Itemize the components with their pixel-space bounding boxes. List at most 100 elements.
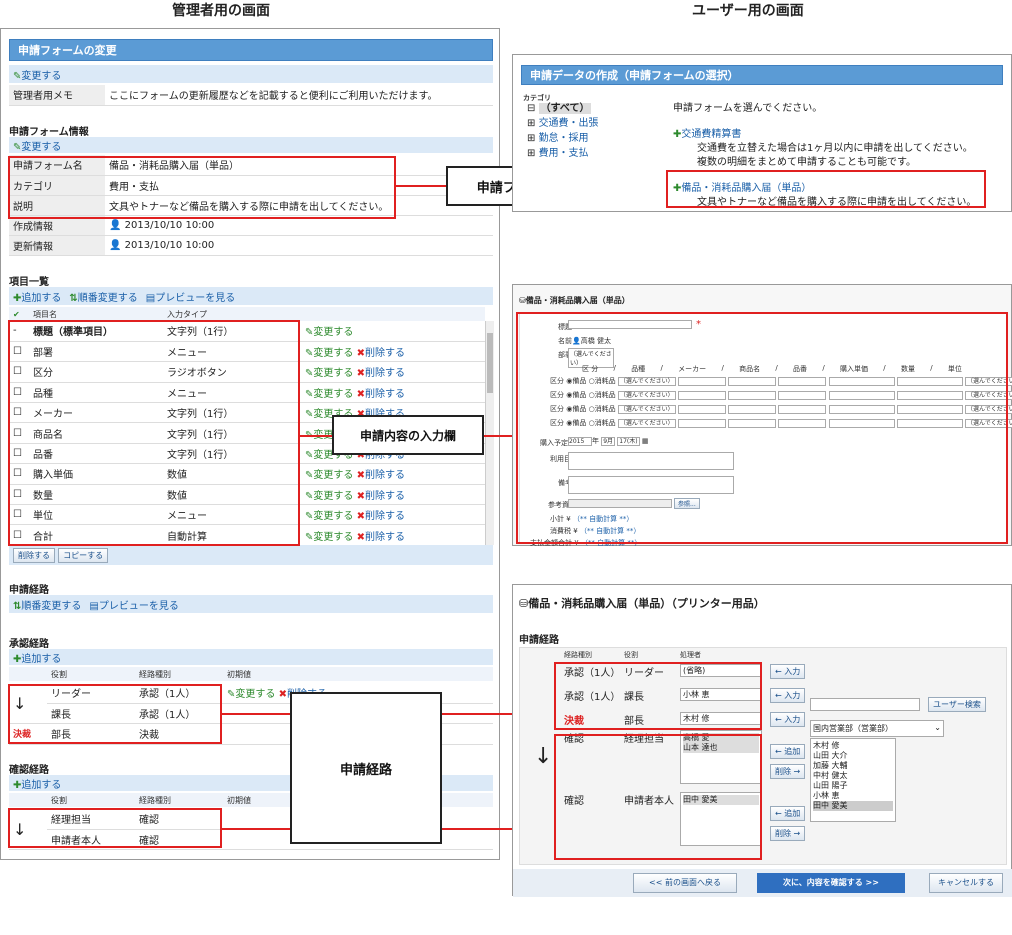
change-memo-link[interactable]: ✎変更する <box>13 67 61 82</box>
route-head-kind: 経路種別 <box>564 651 592 659</box>
user-icon: 👤 <box>109 239 122 251</box>
user-option[interactable]: 加藤 大輔 <box>813 761 893 771</box>
item-delete-link[interactable]: ✖削除する <box>357 511 405 522</box>
delete-icon: ✖ <box>356 368 365 380</box>
item-change-link[interactable]: ✎変更する <box>305 532 353 543</box>
item-change-link[interactable]: ✎変更する <box>305 491 353 502</box>
remove-button[interactable]: 削除 → <box>770 764 806 779</box>
user-option[interactable]: 山田 大介 <box>813 751 893 761</box>
route-preview-link[interactable]: ▤プレビューを見る <box>89 597 178 612</box>
route-form-title: ⛁備品・消耗品購入届（単品）（プリンター用品） <box>519 597 765 610</box>
items-highlight <box>8 320 300 546</box>
delete-items-button[interactable]: 削除する <box>13 548 55 563</box>
user-search-button[interactable]: ユーザー検索 <box>928 697 986 712</box>
user-heading: ユーザー用の画面 <box>692 3 804 19</box>
chevron-down-icon: ⌄ <box>934 723 941 732</box>
approval-add-link[interactable]: ✚追加する <box>13 650 61 665</box>
item-change-link[interactable]: ✎変更する <box>305 348 353 359</box>
category-item[interactable]: ⊞ 勤怠・採用 <box>527 131 599 146</box>
back-button[interactable]: << 前の画面へ戻る <box>633 873 737 893</box>
user-option[interactable]: 小林 恵 <box>813 791 893 801</box>
select-prompt: 申請フォームを選んでください。 <box>673 103 823 114</box>
input-button[interactable]: ← 入力 <box>770 712 806 727</box>
item-change-link[interactable]: ✎変更する <box>305 327 353 338</box>
copy-items-button[interactable]: コピーする <box>58 548 109 563</box>
approval-change-link[interactable]: ✎変更する <box>227 689 275 700</box>
memo-table: 管理者用メモ ここにフォームの更新履歴などを記載すると便利にご利用いただけます。 <box>9 85 493 106</box>
user-form-highlight <box>666 170 986 208</box>
item-change-link[interactable]: ✎変更する <box>305 470 353 481</box>
info-linkbar: ✎変更する <box>9 137 493 153</box>
user-input-highlight <box>516 312 1008 544</box>
approval-header: 役割 経路種別 初期値 <box>9 667 493 681</box>
item-delete-link[interactable]: ✖削除する <box>357 491 405 502</box>
route-reorder-link[interactable]: ⇅順番変更する <box>13 597 81 612</box>
route-linkbar: ⇅順番変更する ▤プレビューを見る <box>9 595 493 613</box>
info-key: 更新情報 <box>9 235 105 256</box>
item-delete-link[interactable]: ✖削除する <box>357 470 405 481</box>
item-delete-link[interactable]: ✖削除する <box>357 348 405 359</box>
user-select-title: 申請データの作成（申請フォームの選択） <box>521 65 1003 85</box>
user-list[interactable]: 木村 修山田 大介 加藤 大輔 中村 健太 山田 陽子 小林 恵田中 愛美 <box>810 738 896 822</box>
admin-heading: 管理者用の画面 <box>172 3 270 19</box>
item-delete-link[interactable]: ✖削除する <box>357 389 405 400</box>
reorder-item-link[interactable]: ⇅順番変更する <box>69 289 137 304</box>
org-select[interactable]: 国内営業部（営業部） ⌄ <box>810 720 944 737</box>
delete-icon: ✖ <box>356 388 365 400</box>
confirm-add-link[interactable]: ✚追加する <box>13 776 61 791</box>
category-list: ⊟ （すべて） ⊞ 交通費・出張 ⊞ 勤怠・採用 ⊞ 費用・支払 <box>527 101 599 161</box>
approval-head-init: 初期値 <box>223 667 493 681</box>
route-head-handler: 処理者 <box>680 651 701 659</box>
items-bottom-bar: 削除する コピーする <box>9 545 493 565</box>
input-button[interactable]: ← 入力 <box>770 688 806 703</box>
preview-link[interactable]: ▤プレビューを見る <box>146 289 235 304</box>
change-info-link[interactable]: ✎変更する <box>13 138 61 153</box>
form-icon: ⛁ <box>519 597 529 610</box>
user-confirm-highlight <box>554 734 762 860</box>
memo-linkbar: ✎変更する <box>9 65 493 83</box>
form-icon: ⛁ <box>519 296 526 305</box>
check-all-icon[interactable]: ✔ <box>9 307 29 321</box>
remove-button[interactable]: 削除 → <box>770 826 806 841</box>
item-delete-link[interactable]: ✖削除する <box>357 532 405 543</box>
confirm-highlight <box>8 808 222 848</box>
item-change-link[interactable]: ✎変更する <box>305 389 353 400</box>
add-button[interactable]: ← 追加 <box>770 744 806 759</box>
input-button[interactable]: ← 入力 <box>770 664 806 679</box>
item-change-link[interactable]: ✎変更する <box>305 511 353 522</box>
user-option[interactable]: 中村 健太 <box>813 771 893 781</box>
preview-icon: ▤ <box>145 292 156 304</box>
confirm-section-title: 確認経路 <box>9 765 49 776</box>
confirm-next-button[interactable]: 次に、内容を確認する >> <box>757 873 905 893</box>
approval-linkbar: ✚追加する <box>9 649 493 665</box>
info-section-title: 申請フォーム情報 <box>9 127 89 138</box>
cancel-button[interactable]: キャンセルする <box>929 873 1003 893</box>
form1-desc1: 交通費を立替えた場合は1ヶ月以内に申請を出してください。 <box>697 143 973 154</box>
user-option[interactable]: 山田 陽子 <box>813 781 893 791</box>
down-arrow-icon: ↓ <box>534 744 553 769</box>
input-form-title: ⛁備品・消耗品購入届（単品） <box>519 296 630 305</box>
add-button[interactable]: ← 追加 <box>770 806 806 821</box>
delete-icon: ✖ <box>356 511 365 523</box>
reorder-icon: ⇅ <box>69 292 78 304</box>
category-item[interactable]: ⊟ （すべて） <box>527 101 599 116</box>
approval-highlight <box>8 684 222 744</box>
items-head-type: 入力タイプ <box>163 307 485 321</box>
items-section-title: 項目一覧 <box>9 277 49 288</box>
category-item[interactable]: ⊞ 交通費・出張 <box>527 116 599 131</box>
form1-link[interactable]: ✚交通費精算書 <box>673 125 741 140</box>
user-option[interactable]: 木村 修 <box>813 741 893 751</box>
callout-route: 申請経路 <box>290 692 442 844</box>
items-head-name: 項目名 <box>29 307 163 321</box>
category-item[interactable]: ⊞ 費用・支払 <box>527 146 599 161</box>
arrow-to-input-form <box>484 431 520 441</box>
item-delete-link[interactable]: ✖削除する <box>357 368 405 379</box>
connector-line <box>396 185 446 187</box>
user-option[interactable]: 田中 愛美 <box>813 801 893 811</box>
user-search-input[interactable] <box>810 698 920 711</box>
approval-section-title: 承認経路 <box>9 639 49 650</box>
approval-head-role: 役割 <box>47 667 135 681</box>
item-change-link[interactable]: ✎変更する <box>305 368 353 379</box>
add-item-link[interactable]: ✚追加する <box>13 289 61 304</box>
items-scrollbar[interactable] <box>485 321 494 545</box>
